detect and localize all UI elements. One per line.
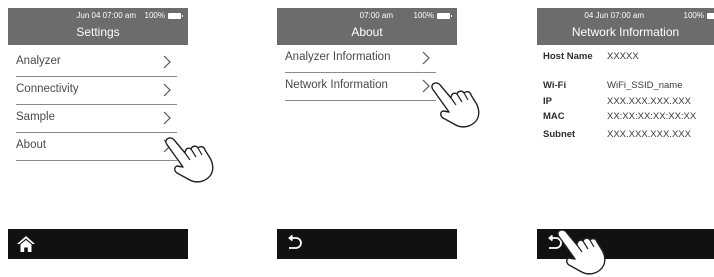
chevron-right-icon [422, 79, 430, 93]
status-bar: 04 Jun 07:00 am 100% Network Information [537, 8, 714, 45]
wifi-value: WiFi_SSID_name [607, 80, 683, 91]
page-title: Network Information [571, 25, 680, 39]
pointing-hand-icon [431, 82, 480, 128]
menu-item-sample[interactable]: Sample [16, 104, 177, 133]
menu-item-label: About [16, 139, 47, 151]
mac-label: MAC [543, 111, 565, 122]
status-time: 04 Jun 07:00 am [584, 11, 644, 20]
chevron-right-icon [163, 83, 171, 97]
status-time: 07:00 am [359, 11, 393, 20]
chevron-right-icon [163, 111, 171, 125]
mac-value: XX:XX:XX:XX:XX:XX [607, 111, 697, 122]
page-title: About [351, 25, 383, 39]
battery-icon [437, 12, 452, 19]
host-name-label: Host Name [543, 51, 593, 62]
menu-item-analyzer[interactable]: Analyzer [16, 48, 177, 77]
settings-screen: Jun 04 07:00 am 100% Settings Analyzer C… [8, 8, 188, 259]
battery-status: 100% [413, 11, 452, 20]
ip-label: IP [543, 96, 552, 107]
battery-status: 100% [684, 11, 714, 20]
battery-icon [168, 12, 183, 19]
status-time: Jun 04 07:00 am [76, 11, 136, 20]
home-icon[interactable] [16, 235, 36, 253]
host-name-value: XXXXX [607, 51, 639, 62]
ip-value: XXX.XXX.XXX.XXX [607, 96, 691, 107]
menu-item-label: Analyzer Information [285, 51, 391, 63]
chevron-right-icon [422, 51, 430, 65]
back-icon[interactable] [285, 235, 303, 251]
menu-item-connectivity[interactable]: Connectivity [16, 76, 177, 105]
menu-item-network-information[interactable]: Network Information [285, 72, 436, 101]
menu-item-label: Network Information [285, 79, 388, 91]
menu-item-about[interactable]: About [16, 132, 177, 161]
chevron-right-icon [163, 55, 171, 69]
pointing-hand-icon [557, 229, 606, 275]
menu-item-label: Sample [16, 111, 55, 123]
battery-status: 100% [144, 11, 183, 20]
network-information-screen: 04 Jun 07:00 am 100% Network Information… [537, 8, 714, 259]
subnet-value: XXX.XXX.XXX.XXX [607, 129, 691, 140]
battery-percent: 100% [413, 11, 434, 20]
subnet-label: Subnet [543, 129, 576, 140]
menu-item-label: Analyzer [16, 55, 61, 67]
battery-icon [707, 12, 714, 19]
page-title: Settings [76, 25, 120, 39]
about-screen: 07:00 am 100% About Analyzer Information… [277, 8, 457, 259]
bottom-bar [277, 229, 457, 259]
battery-percent: 100% [683, 11, 704, 20]
battery-percent: 100% [144, 11, 165, 20]
bottom-bar [8, 229, 188, 259]
status-bar: 07:00 am 100% About [277, 8, 457, 45]
status-bar: Jun 04 07:00 am 100% Settings [8, 8, 188, 45]
wifi-label: Wi-Fi [543, 80, 567, 91]
menu-item-analyzer-information[interactable]: Analyzer Information [285, 44, 436, 73]
menu-item-label: Connectivity [16, 83, 79, 95]
pointing-hand-icon [165, 137, 214, 183]
